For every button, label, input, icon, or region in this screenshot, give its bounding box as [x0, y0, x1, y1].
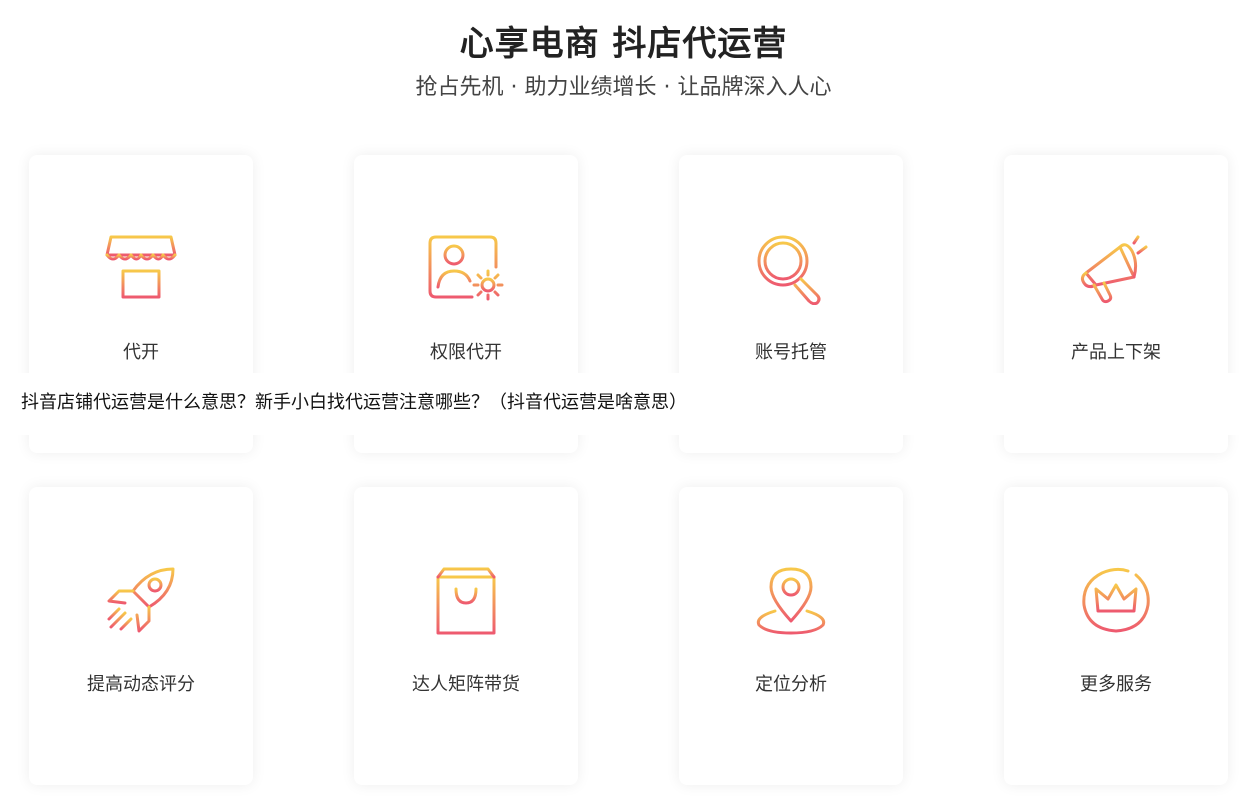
- service-label: 代开: [123, 342, 159, 363]
- service-label: 提高动态评分: [87, 674, 195, 695]
- crown-icon: [1076, 565, 1156, 637]
- service-card-more[interactable]: 更多服务: [1004, 487, 1228, 785]
- page-title: 心享电商 抖店代运营: [459, 24, 788, 64]
- shopping-bag-icon: [426, 565, 506, 637]
- service-card-positioning[interactable]: 定位分析: [679, 487, 903, 785]
- service-label: 达人矩阵带货: [412, 674, 520, 695]
- service-label: 权限代开: [430, 342, 502, 363]
- page-header: 心享电商 抖店代运营 抢占先机 · 助力业绩增长 · 让品牌深入人心: [0, 0, 1247, 104]
- page: 心享电商 抖店代运营 抢占先机 · 助力业绩增长 · 让品牌深入人心 代开 权限…: [0, 0, 1247, 807]
- rocket-icon: [101, 565, 181, 637]
- service-label: 产品上下架: [1071, 342, 1161, 363]
- service-label: 账号托管: [755, 342, 827, 363]
- location-pin-icon: [751, 565, 831, 637]
- chart-magnifier-icon: [751, 233, 831, 305]
- article-headline-link[interactable]: 抖音店铺代运营是什么意思？新手小白找代运营注意哪些？（抖音代运营是啥意思）: [21, 389, 687, 417]
- service-label: 更多服务: [1080, 674, 1152, 695]
- user-profile-gear-icon: [426, 233, 506, 305]
- service-card-rating[interactable]: 提高动态评分: [29, 487, 253, 785]
- page-subtitle: 抢占先机 · 助力业绩增长 · 让品牌深入人心: [415, 75, 832, 100]
- megaphone-icon: [1076, 233, 1156, 305]
- service-label: 定位分析: [755, 674, 827, 695]
- storefront-icon: [101, 233, 181, 305]
- service-card-influencer-matrix[interactable]: 达人矩阵带货: [354, 487, 578, 785]
